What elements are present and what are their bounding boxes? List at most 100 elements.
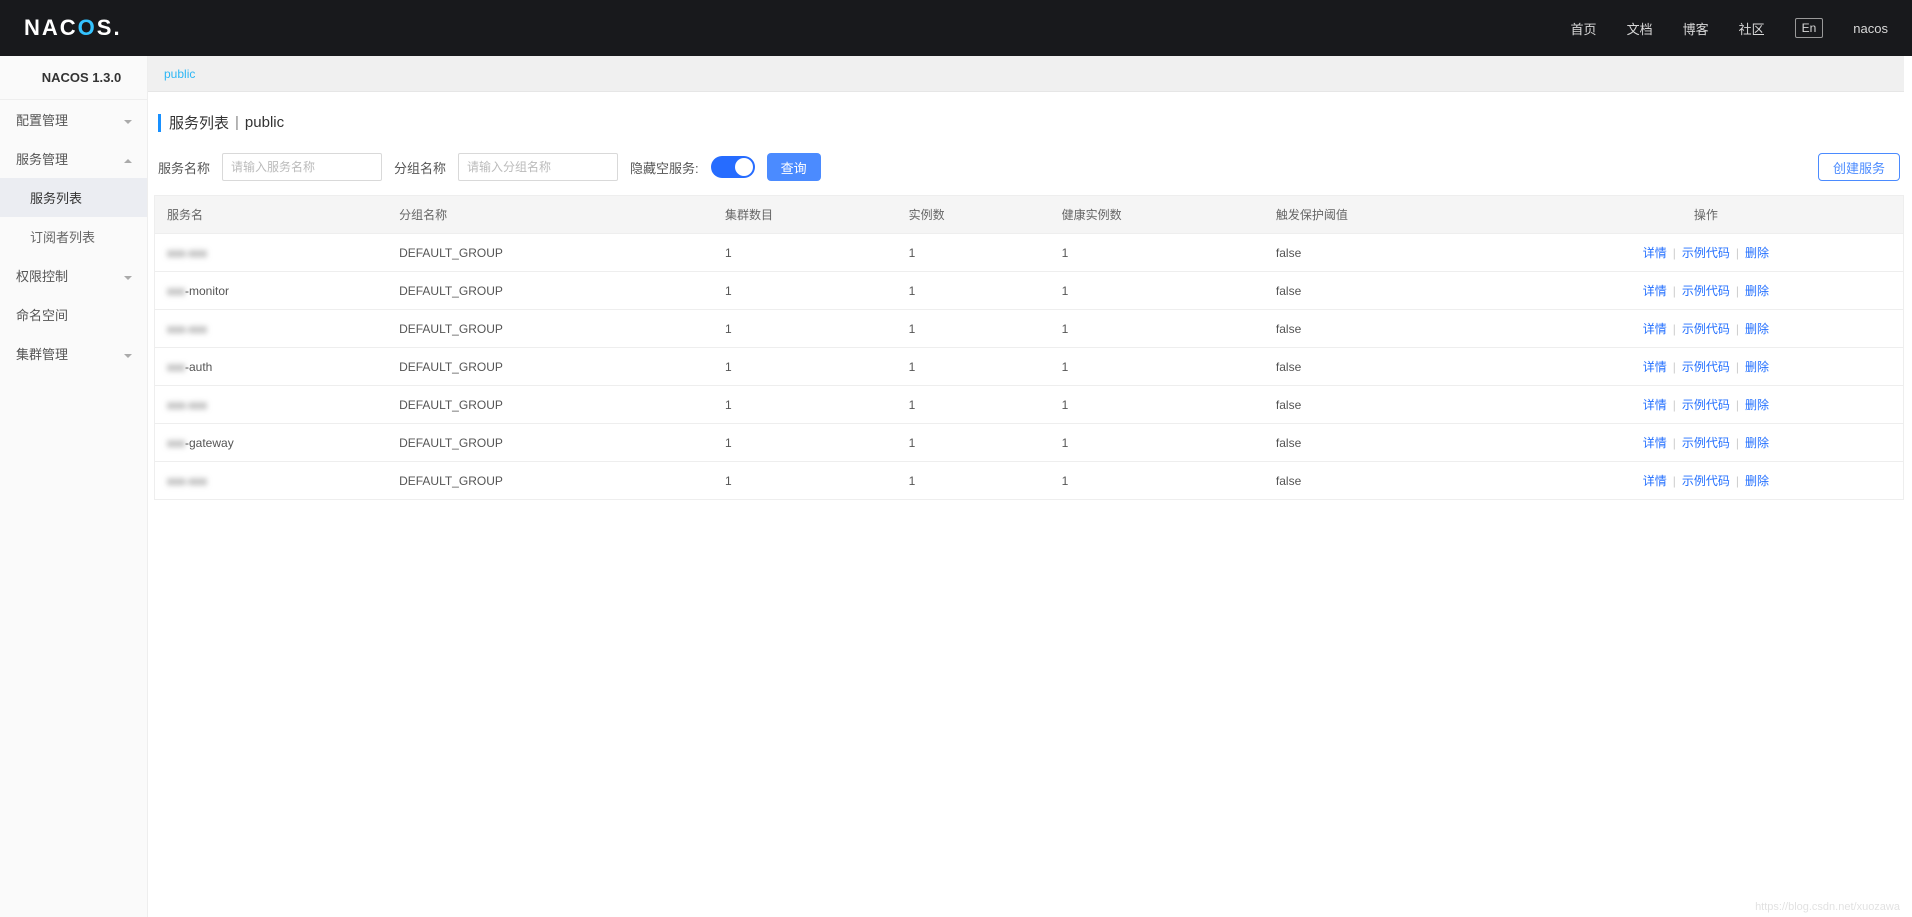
cell-group-name: DEFAULT_GROUP [387,272,713,310]
op-sample-code[interactable]: 示例代码 [1682,284,1730,298]
cell-operations: 详情|示例代码|删除 [1509,462,1904,500]
filter-row: 服务名称 分组名称 隐藏空服务: 查询 创建服务 [154,145,1904,195]
nav-docs[interactable]: 文档 [1627,19,1653,38]
cell-service-name: xxx-monitor [155,272,388,310]
sidebar-item[interactable]: 权限控制 [0,256,147,295]
group-name-input[interactable] [458,153,618,181]
op-sample-code[interactable]: 示例代码 [1682,398,1730,412]
namespace-tab-public[interactable]: public [164,67,195,81]
top-nav: 首页 文档 博客 社区 En nacos [1571,18,1888,38]
page-title: 服务列表 | public [158,112,1904,133]
op-detail[interactable]: 详情 [1643,360,1667,374]
op-delete[interactable]: 删除 [1745,284,1769,298]
col-service-name: 服务名 [155,196,388,234]
hide-empty-label: 隐藏空服务: [630,158,699,177]
col-operations: 操作 [1509,196,1904,234]
op-sample-code[interactable]: 示例代码 [1682,436,1730,450]
col-instance-count: 实例数 [897,196,1050,234]
hide-empty-toggle[interactable] [711,156,755,178]
nav-home[interactable]: 首页 [1571,19,1597,38]
lang-toggle[interactable]: En [1795,18,1824,38]
op-delete[interactable]: 删除 [1745,360,1769,374]
table-row: xxx-xxxDEFAULT_GROUP111false详情|示例代码|删除 [155,234,1904,272]
logo-prefix: NAC [24,15,78,40]
namespace-bar: public [148,56,1904,92]
table-row: xxx-monitorDEFAULT_GROUP111false详情|示例代码|… [155,272,1904,310]
toggle-knob-icon [735,158,753,176]
col-group-name: 分组名称 [387,196,713,234]
cell-trigger-threshold: false [1264,310,1509,348]
cell-cluster-count: 1 [713,462,897,500]
page-title-sub: public [245,114,284,131]
cell-group-name: DEFAULT_GROUP [387,424,713,462]
sidebar: NACOS 1.3.0 配置管理服务管理服务列表订阅者列表权限控制命名空间集群管… [0,56,148,917]
op-detail[interactable]: 详情 [1643,246,1667,260]
create-service-button[interactable]: 创建服务 [1818,153,1900,181]
op-detail[interactable]: 详情 [1643,322,1667,336]
sidebar-item-label: 配置管理 [16,110,68,129]
cell-cluster-count: 1 [713,234,897,272]
col-cluster-count: 集群数目 [713,196,897,234]
op-delete[interactable]: 删除 [1745,246,1769,260]
op-detail[interactable]: 详情 [1643,284,1667,298]
query-button[interactable]: 查询 [767,153,821,181]
op-sample-code[interactable]: 示例代码 [1682,360,1730,374]
op-detail[interactable]: 详情 [1643,398,1667,412]
page-title-sep: | [235,114,239,131]
sidebar-item[interactable]: 集群管理 [0,334,147,373]
op-sample-code[interactable]: 示例代码 [1682,474,1730,488]
user-menu[interactable]: nacos [1853,21,1888,36]
cell-cluster-count: 1 [713,272,897,310]
sidebar-item-label: 集群管理 [16,344,68,363]
cell-healthy-instance-count: 1 [1050,386,1264,424]
op-sample-code[interactable]: 示例代码 [1682,246,1730,260]
logo-suffix: S. [97,15,122,40]
logo[interactable]: NACOS. [24,15,122,41]
cell-service-name: xxx-xxx [155,386,388,424]
cell-cluster-count: 1 [713,310,897,348]
cell-trigger-threshold: false [1264,386,1509,424]
op-detail[interactable]: 详情 [1643,474,1667,488]
main-content: public 服务列表 | public 服务名称 分组名称 隐藏空服务: [148,56,1912,917]
cell-healthy-instance-count: 1 [1050,272,1264,310]
cell-operations: 详情|示例代码|删除 [1509,234,1904,272]
sidebar-brand: NACOS 1.3.0 [0,56,147,100]
cell-group-name: DEFAULT_GROUP [387,462,713,500]
cell-cluster-count: 1 [713,386,897,424]
cell-operations: 详情|示例代码|删除 [1509,310,1904,348]
nav-community[interactable]: 社区 [1739,19,1765,38]
service-name-input[interactable] [222,153,382,181]
cell-service-name: xxx-xxx [155,234,388,272]
sidebar-item-label: 权限控制 [16,266,68,285]
nav-blog[interactable]: 博客 [1683,19,1709,38]
table-row: xxx-xxxDEFAULT_GROUP111false详情|示例代码|删除 [155,310,1904,348]
chevron-down-icon [123,271,133,281]
op-delete[interactable]: 删除 [1745,436,1769,450]
table-row: xxx-authDEFAULT_GROUP111false详情|示例代码|删除 [155,348,1904,386]
cell-group-name: DEFAULT_GROUP [387,348,713,386]
cell-trigger-threshold: false [1264,272,1509,310]
cell-healthy-instance-count: 1 [1050,310,1264,348]
op-delete[interactable]: 删除 [1745,322,1769,336]
cell-trigger-threshold: false [1264,234,1509,272]
op-delete[interactable]: 删除 [1745,398,1769,412]
op-detail[interactable]: 详情 [1643,436,1667,450]
cell-service-name: xxx-gateway [155,424,388,462]
table-header-row: 服务名 分组名称 集群数目 实例数 健康实例数 触发保护阈值 操作 [155,196,1904,234]
cell-instance-count: 1 [897,462,1050,500]
sidebar-item[interactable]: 服务管理 [0,139,147,178]
logo-accent: O [78,15,97,40]
cell-instance-count: 1 [897,234,1050,272]
title-bar-icon [158,114,161,132]
sidebar-subitem[interactable]: 订阅者列表 [0,217,147,256]
cell-group-name: DEFAULT_GROUP [387,386,713,424]
op-sample-code[interactable]: 示例代码 [1682,322,1730,336]
sidebar-subitem[interactable]: 服务列表 [0,178,147,217]
cell-healthy-instance-count: 1 [1050,348,1264,386]
table-row: xxx-xxxDEFAULT_GROUP111false详情|示例代码|删除 [155,386,1904,424]
sidebar-item[interactable]: 命名空间 [0,295,147,334]
sidebar-item[interactable]: 配置管理 [0,100,147,139]
table-row: xxx-xxxDEFAULT_GROUP111false详情|示例代码|删除 [155,462,1904,500]
cell-healthy-instance-count: 1 [1050,424,1264,462]
op-delete[interactable]: 删除 [1745,474,1769,488]
